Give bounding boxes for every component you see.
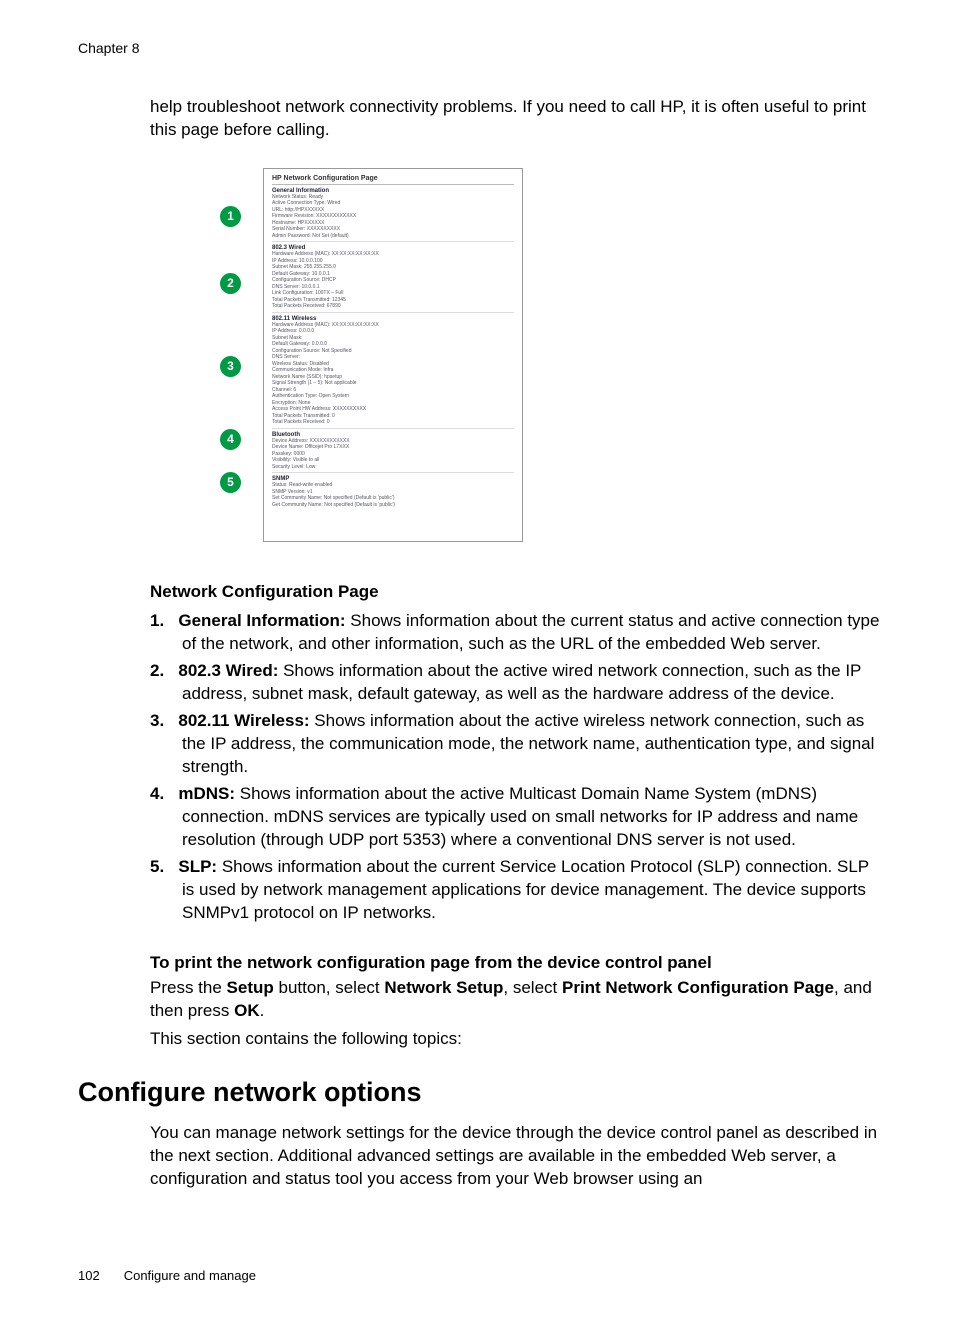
config-page-preview: HP Network Configuration Page General In… [263,168,523,543]
def-term: SLP: [178,857,217,876]
def-desc: Shows information about the current Serv… [182,857,869,922]
main-content: help troubleshoot network connectivity p… [150,96,882,1051]
def-desc: Shows information about the active wired… [182,661,861,703]
footer-title: Configure and manage [124,1268,256,1283]
def-number: 3. [150,711,164,730]
def-number: 1. [150,611,164,630]
pp-bold: OK [234,1001,260,1020]
def-term: 802.3 Wired: [178,661,278,680]
def-term: mDNS: [178,784,235,803]
config-section-snmp: SNMP Status: Read-write enabled SNMP Ver… [272,476,514,510]
def-number: 4. [150,784,164,803]
def-term: General Information: [178,611,345,630]
config-section-wireless: 802.11 Wireless Hardware Address (MAC): … [272,316,514,429]
config-line: Total Packets Received: 0 [272,419,514,426]
config-section-wired: 802.3 Wired Hardware Address (MAC): XX:X… [272,245,514,313]
definition-item-1: 1. General Information: Shows informatio… [150,610,882,656]
callout-column: 1 2 3 4 5 [220,168,241,543]
def-number: 2. [150,661,164,680]
chapter-header: Chapter 8 [78,40,894,56]
def-desc: Shows information about the active Multi… [182,784,858,849]
definition-item-2: 2. 802.3 Wired: Shows information about … [150,660,882,706]
config-line: Security Level: Low [272,464,514,471]
print-heading: To print the network configuration page … [150,953,882,973]
page-footer: 102 Configure and manage [78,1268,256,1283]
config-section-general: General Information Network Status: Read… [272,188,514,243]
pp-bold: Print Network Configuration Page [562,978,834,997]
callout-4-badge: 4 [220,429,241,450]
configuration-page-figure: 1 2 3 4 5 HP Network Configuration Page … [220,168,882,543]
config-line: Admin Password: Not Set (default) [272,233,514,240]
h2-configure-network: Configure network options [78,1077,894,1108]
config-section-bluetooth: Bluetooth Device Address: XXXXXXXXXXXX D… [272,432,514,474]
pp-bold: Network Setup [384,978,503,997]
definition-list: 1. General Information: Shows informatio… [150,610,882,924]
def-number: 5. [150,857,164,876]
section-title: Network Configuration Page [150,582,882,602]
callout-1-badge: 1 [220,206,241,227]
config-line: Get Community Name: Not specified (Defau… [272,502,514,509]
def-term: 802.11 Wireless: [178,711,309,730]
pp-text: button, select [274,978,385,997]
config-page-title: HP Network Configuration Page [272,175,514,185]
definition-item-4: 4. mDNS: Shows information about the act… [150,783,882,852]
pp-text: , select [503,978,562,997]
pp-text: . [260,1001,265,1020]
pp-bold: Setup [227,978,274,997]
configure-block: You can manage network settings for the … [150,1122,882,1191]
config-line: Total Packets Received: 67890 [272,303,514,310]
callout-2-badge: 2 [220,273,241,294]
pp-text: Press the [150,978,227,997]
topics-note: This section contains the following topi… [150,1028,882,1051]
definition-item-3: 3. 802.11 Wireless: Shows information ab… [150,710,882,779]
callout-3-badge: 3 [220,356,241,377]
configure-paragraph: You can manage network settings for the … [150,1122,882,1191]
callout-5-badge: 5 [220,472,241,493]
page-number: 102 [78,1268,100,1283]
intro-paragraph: help troubleshoot network connectivity p… [150,96,882,142]
definition-item-5: 5. SLP: Shows information about the curr… [150,856,882,925]
print-paragraph: Press the Setup button, select Network S… [150,977,882,1023]
